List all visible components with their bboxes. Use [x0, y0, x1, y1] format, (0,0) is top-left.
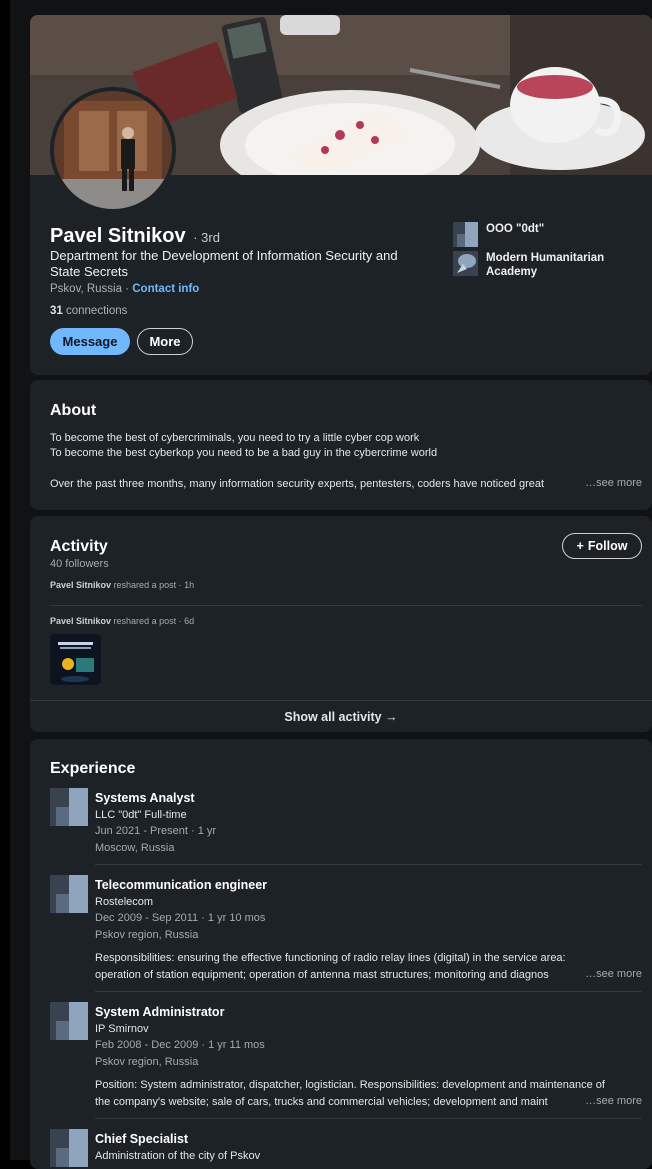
- experience-description: Responsibilities: ensuring the effective…: [95, 952, 566, 964]
- experience-location: Moscow, Russia: [95, 842, 175, 854]
- experience-description: Position: System administrator, dispatch…: [95, 1079, 605, 1091]
- more-button[interactable]: More: [137, 328, 193, 355]
- about-see-more[interactable]: …see more: [581, 477, 642, 489]
- divider: [95, 1118, 642, 1119]
- follow-label: Follow: [587, 539, 628, 553]
- experience-title-text[interactable]: Chief Specialist: [95, 1132, 188, 1146]
- company-logo-icon: [453, 222, 478, 247]
- school-logo-icon: [453, 251, 478, 276]
- profile-avatar[interactable]: [50, 87, 176, 213]
- followers-count: 40 followers: [50, 558, 109, 570]
- message-button[interactable]: Message: [50, 328, 130, 355]
- connections-label: connections: [66, 305, 128, 317]
- divider: [30, 700, 652, 701]
- experience-dates: Dec 2009 - Sep 2011 · 1 yr 10 mos: [95, 912, 266, 924]
- connections-number: 31: [50, 305, 63, 317]
- org-name: OOO "0dt": [486, 223, 545, 235]
- activity-card: Activity 40 followers + Follow Pavel Sit…: [30, 516, 652, 732]
- profile-headline: Department for the Development of Inform…: [50, 248, 398, 279]
- divider: [50, 605, 642, 606]
- company-logo-icon[interactable]: [50, 875, 88, 913]
- post-meta: reshared a post · 1h: [113, 580, 195, 590]
- experience-card: Experience Systems Analyst LLC "0dt" Ful…: [30, 739, 652, 1169]
- profile-name: Pavel Sitnikov · 3rd: [50, 225, 220, 248]
- profile-location: Pskov, Russia · Contact info: [50, 283, 199, 295]
- experience-location: Pskov region, Russia: [95, 1056, 199, 1068]
- org-name: Modern Humanitarian Academy: [486, 252, 605, 278]
- divider: [95, 991, 642, 992]
- about-line: Over the past three months, many informa…: [50, 478, 545, 490]
- experience-title: Experience: [50, 760, 136, 777]
- experience-description: operation of station equipment; operatio…: [95, 969, 549, 981]
- plus-icon: +: [576, 539, 584, 553]
- about-title: About: [50, 402, 97, 419]
- post-author: Pavel Sitnikov: [50, 580, 112, 590]
- about-line: To become the best cyberkop you need to …: [50, 447, 438, 459]
- experience-title-text[interactable]: Systems Analyst: [95, 791, 195, 805]
- org-academy[interactable]: Modern Humanitarian Academy: [453, 251, 643, 279]
- experience-company: Rostelecom: [95, 896, 154, 908]
- experience-location: Pskov region, Russia: [95, 929, 199, 941]
- experience-dates: Jun 2021 - Present · 1 yr: [95, 825, 217, 837]
- divider: [95, 864, 642, 865]
- about-line: To become the best of cybercriminals, yo…: [50, 432, 420, 444]
- about-card: About To become the best of cybercrimina…: [30, 380, 652, 510]
- profile-card: Pavel Sitnikov · 3rd Department for the …: [30, 15, 652, 375]
- experience-title-text[interactable]: Telecommunication engineer: [95, 878, 267, 892]
- activity-post-header[interactable]: Pavel Sitnikov reshared a post · 1h: [50, 580, 194, 590]
- experience-dates: Feb 2008 - Dec 2009 · 1 yr 11 mos: [95, 1039, 265, 1051]
- post-thumbnail[interactable]: [50, 634, 101, 685]
- activity-post-header[interactable]: Pavel Sitnikov reshared a post · 6d: [50, 616, 194, 626]
- company-logo-icon[interactable]: [50, 788, 88, 826]
- activity-title: Activity: [50, 538, 108, 555]
- experience-company: Administration of the city of Pskov: [95, 1150, 261, 1162]
- contact-info-link[interactable]: Contact info: [132, 283, 199, 295]
- location-text: Pskov, Russia ·: [50, 283, 130, 295]
- company-logo-icon[interactable]: [50, 1002, 88, 1040]
- experience-see-more[interactable]: …see more: [581, 968, 642, 980]
- org-0dt[interactable]: OOO "0dt": [453, 222, 643, 247]
- experience-description: the company's website; sale of cars, tru…: [95, 1096, 548, 1108]
- profile-name-text: Pavel Sitnikov: [50, 225, 186, 247]
- connections-count[interactable]: 31 connections: [50, 305, 127, 317]
- profile-page: Pavel Sitnikov · 3rd Department for the …: [10, 0, 652, 1169]
- experience-company: IP Smirnov: [95, 1023, 149, 1035]
- company-logo-icon[interactable]: [50, 1129, 88, 1167]
- experience-company: LLC "0dt" Full-time: [95, 809, 187, 821]
- post-author: Pavel Sitnikov: [50, 616, 112, 626]
- follow-button[interactable]: + Follow: [562, 533, 642, 559]
- connection-degree: · 3rd: [193, 230, 220, 245]
- show-all-activity-link[interactable]: Show all activity →: [30, 710, 652, 724]
- post-meta: reshared a post · 6d: [113, 616, 195, 626]
- experience-title-text[interactable]: System Administrator: [95, 1005, 224, 1019]
- experience-see-more[interactable]: …see more: [581, 1095, 642, 1107]
